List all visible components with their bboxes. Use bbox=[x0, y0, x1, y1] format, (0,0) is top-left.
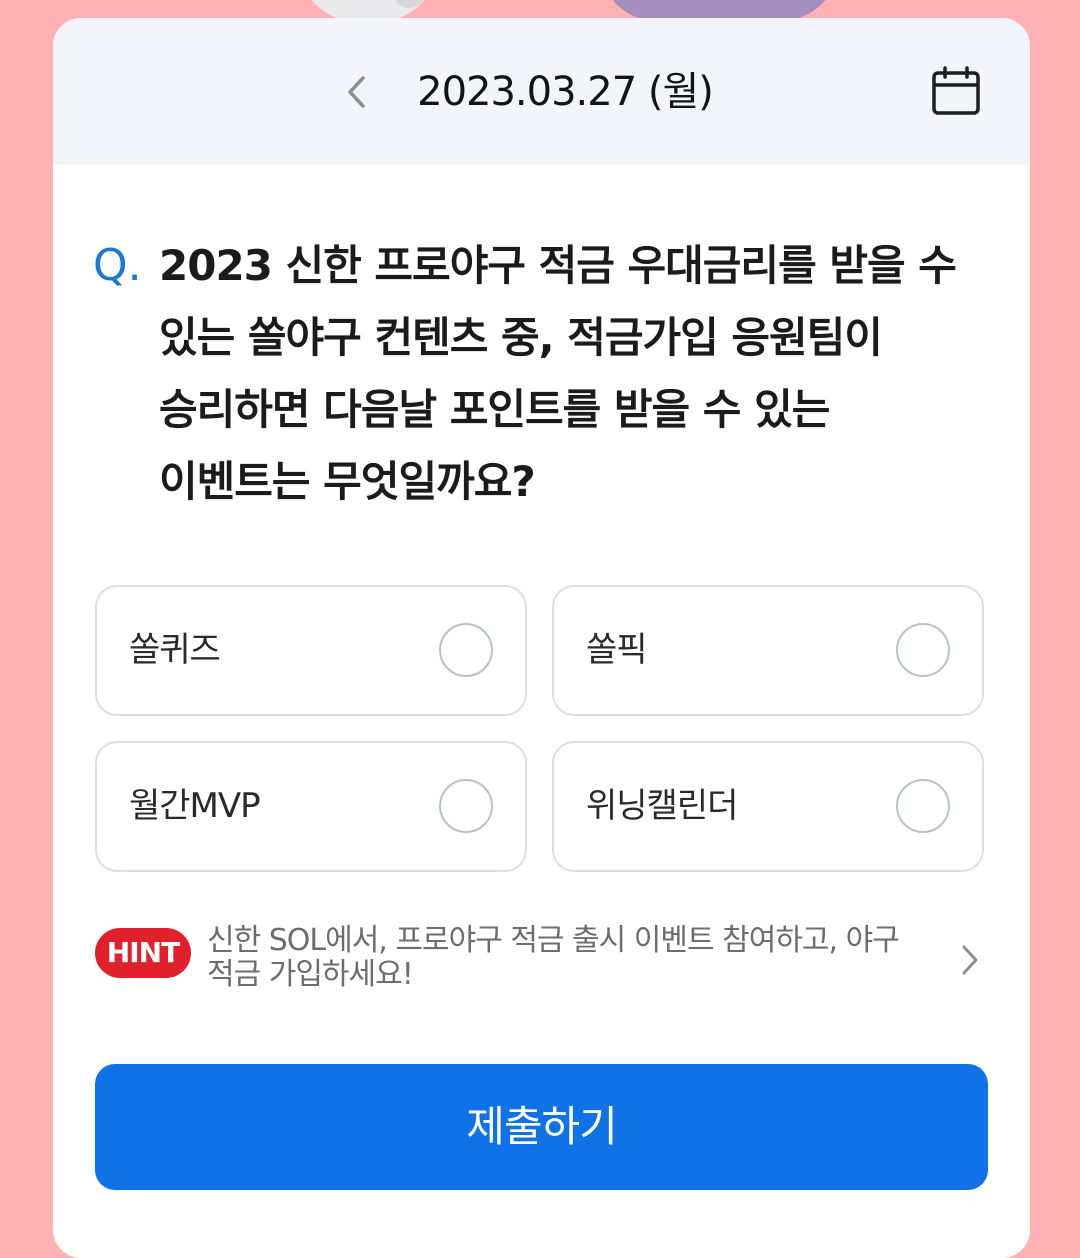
answer-option-1[interactable]: 쏠퀴즈 bbox=[95, 585, 527, 716]
answer-option-4[interactable]: 위닝캘린더 bbox=[552, 741, 984, 872]
question-prefix: Q. bbox=[93, 240, 142, 291]
answer-option-label: 쏠픽 bbox=[586, 630, 648, 670]
answer-option-label: 위닝캘린더 bbox=[586, 786, 738, 826]
calendar-button[interactable] bbox=[927, 62, 985, 120]
quiz-card: 2023.03.27 (월) Q. 2023 신한 프로야구 적금 우대금리를 … bbox=[53, 18, 1030, 1258]
radio-button[interactable] bbox=[439, 623, 493, 677]
submit-button[interactable]: 제출하기 bbox=[95, 1064, 988, 1190]
answer-option-label: 월간MVP bbox=[129, 786, 261, 826]
chevron-left-icon bbox=[348, 76, 365, 108]
radio-button[interactable] bbox=[896, 623, 950, 677]
quiz-question: Q. 2023 신한 프로야구 적금 우대금리를 받을 수 있는 쏠야구 컨텐츠… bbox=[93, 230, 993, 518]
calendar-icon bbox=[932, 66, 980, 115]
hint-link[interactable]: HINT 신한 SOL에서, 프로야구 적금 출시 이벤트 참여하고, 야구 적… bbox=[95, 924, 995, 1000]
question-text: 2023 신한 프로야구 적금 우대금리를 받을 수 있는 쏠야구 컨텐츠 중,… bbox=[159, 241, 957, 506]
hint-badge: HINT bbox=[95, 928, 191, 978]
answer-option-2[interactable]: 쏠픽 bbox=[552, 585, 984, 716]
chevron-right-icon bbox=[955, 940, 985, 980]
hint-text: 신한 SOL에서, 프로야구 적금 출시 이벤트 참여하고, 야구 적금 가입하… bbox=[207, 923, 900, 992]
prev-date-button[interactable] bbox=[336, 68, 376, 116]
date-header: 2023.03.27 (월) bbox=[53, 18, 1030, 165]
radio-button[interactable] bbox=[439, 779, 493, 833]
answer-option-label: 쏠퀴즈 bbox=[129, 630, 221, 670]
radio-button[interactable] bbox=[896, 779, 950, 833]
answer-option-3[interactable]: 월간MVP bbox=[95, 741, 527, 872]
current-date: 2023.03.27 (월) bbox=[417, 69, 714, 115]
